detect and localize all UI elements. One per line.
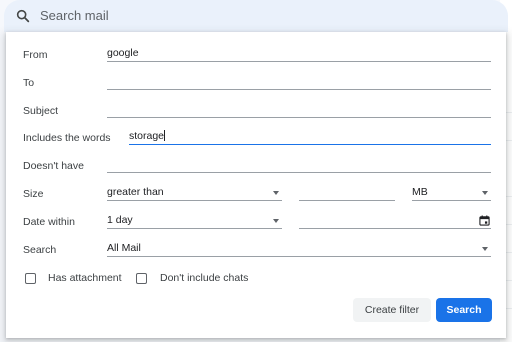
create-filter-button[interactable]: Create filter <box>353 298 431 322</box>
subject-field[interactable] <box>107 103 491 118</box>
from-field[interactable]: google <box>107 47 491 62</box>
dont-include-chats-label: Don't include chats <box>160 272 249 284</box>
search-bar[interactable]: Search mail <box>4 0 508 32</box>
includes-words-field[interactable]: storage <box>129 130 491 145</box>
size-operator-select[interactable]: greater than <box>107 186 282 201</box>
to-field[interactable] <box>107 75 491 90</box>
dont-include-chats-checkbox[interactable] <box>136 273 147 284</box>
dropdown-arrow-icon <box>273 191 279 195</box>
size-operator-value: greater than <box>107 186 164 198</box>
text-cursor <box>164 130 166 141</box>
size-value-field[interactable] <box>299 186 395 201</box>
dropdown-arrow-icon <box>482 247 488 251</box>
calendar-icon[interactable] <box>479 215 490 226</box>
has-attachment-label: Has attachment <box>48 272 122 284</box>
size-unit-select[interactable]: MB <box>412 186 491 201</box>
search-in-select[interactable]: All Mail <box>107 242 491 257</box>
from-label: From <box>23 49 48 61</box>
includes-words-value: storage <box>129 130 165 142</box>
search-input[interactable]: Search mail <box>40 8 109 24</box>
from-value: google <box>107 47 139 59</box>
search-icon[interactable] <box>15 8 31 24</box>
date-within-select[interactable]: 1 day <box>107 214 282 229</box>
advanced-search-panel: From google To Subject Includes the word… <box>6 32 506 338</box>
size-label: Size <box>23 188 44 200</box>
date-within-value: 1 day <box>107 214 133 226</box>
search-button[interactable]: Search <box>436 298 492 322</box>
date-field[interactable] <box>299 214 491 229</box>
dropdown-arrow-icon <box>482 191 488 195</box>
search-in-label: Search <box>23 244 57 256</box>
includes-words-label: Includes the words <box>23 132 111 144</box>
subject-label: Subject <box>23 105 59 117</box>
to-label: To <box>23 77 35 89</box>
size-unit-value: MB <box>412 186 428 198</box>
dropdown-arrow-icon <box>273 219 279 223</box>
search-in-value: All Mail <box>107 242 141 254</box>
date-within-label: Date within <box>23 216 75 228</box>
has-attachment-checkbox[interactable] <box>25 273 36 284</box>
doesnt-have-label: Doesn't have <box>23 160 84 172</box>
doesnt-have-field[interactable] <box>107 158 491 173</box>
